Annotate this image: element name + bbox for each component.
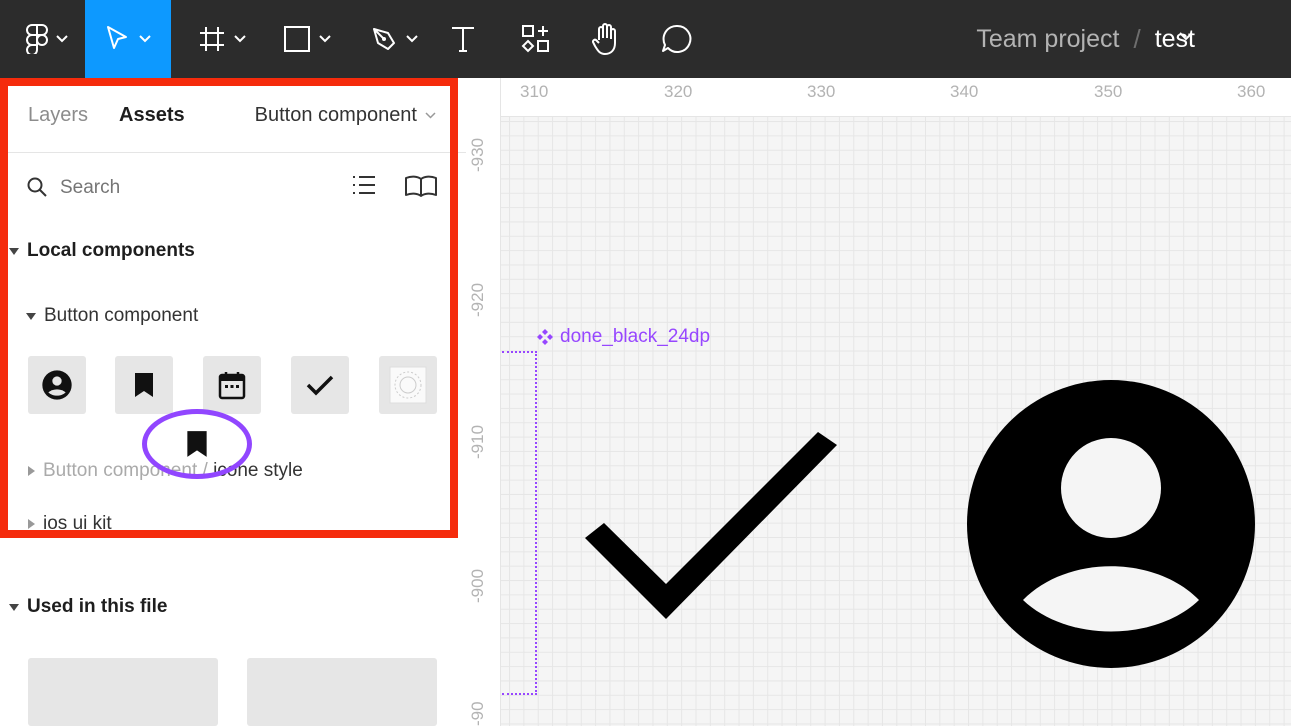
- account-circle-shape[interactable]: [967, 380, 1255, 668]
- frame-tool-button[interactable]: [190, 0, 254, 78]
- component-placeholder[interactable]: [379, 356, 437, 414]
- component-name: done_black_24dp: [560, 326, 711, 347]
- list-view-icon[interactable]: [352, 174, 376, 196]
- library-select[interactable]: Button component: [255, 104, 436, 127]
- collapse-triangle-icon: [26, 312, 36, 320]
- frame-icon: [200, 27, 224, 51]
- ruler-tick: -90: [468, 701, 487, 726]
- check-shape[interactable]: [585, 432, 837, 624]
- chevron-down-icon: [234, 35, 246, 43]
- panel-tabs: Layers Assets Button component: [0, 78, 466, 153]
- chevron-down-icon: [56, 35, 68, 43]
- text-tool-button[interactable]: [440, 0, 486, 78]
- search-input[interactable]: [58, 172, 332, 204]
- hand-tool-button[interactable]: [583, 0, 629, 78]
- component-calendar[interactable]: [203, 356, 261, 414]
- local-components-header[interactable]: Local components: [9, 240, 195, 262]
- bookmark-icon: [187, 431, 207, 457]
- component-label[interactable]: done_black_24dp: [536, 326, 710, 348]
- comment-tool-button[interactable]: [654, 0, 700, 78]
- ruler-tick: 340: [950, 82, 979, 101]
- selection-bounds: [502, 351, 537, 695]
- text-icon: [452, 27, 474, 52]
- hand-icon: [592, 23, 616, 55]
- collapse-triangle-icon: [9, 603, 19, 611]
- breadcrumb: Team project / test: [976, 0, 1195, 78]
- ruler-tick: -900: [468, 568, 487, 603]
- ruler-top[interactable]: 310 320 330 340 350 360: [466, 78, 1291, 117]
- bookmark-icon: [135, 373, 153, 397]
- expand-triangle-icon: [28, 519, 35, 529]
- team-library-icon[interactable]: [404, 174, 438, 198]
- tab-layers[interactable]: Layers: [28, 104, 88, 127]
- figma-logo-icon: [26, 24, 48, 54]
- collapse-triangle-icon: [9, 247, 19, 255]
- search-icon: [27, 177, 47, 197]
- dragged-component[interactable]: [142, 409, 252, 479]
- used-in-file-header[interactable]: Used in this file: [9, 596, 167, 618]
- placeholder-icon: [389, 366, 427, 404]
- pointer-icon: [107, 26, 127, 49]
- account-circle-icon: [42, 370, 72, 400]
- resources-button[interactable]: [512, 0, 560, 78]
- used-component-tile[interactable]: [247, 658, 437, 726]
- rectangle-icon: [284, 26, 310, 52]
- chevron-down-icon: [319, 35, 331, 43]
- component-icon: [537, 329, 553, 345]
- ruler-tick: 360: [1237, 82, 1266, 101]
- calendar-icon: [218, 372, 246, 400]
- main-menu-button[interactable]: [18, 0, 76, 78]
- used-in-file-label: Used in this file: [27, 596, 168, 617]
- file-menu-chevron-icon[interactable]: [1179, 32, 1193, 41]
- chevron-down-icon: [425, 112, 436, 119]
- local-components-label: Local components: [27, 240, 195, 261]
- component-bookmark[interactable]: [115, 356, 173, 414]
- ruler-corner: [466, 78, 500, 116]
- chevron-down-icon: [406, 35, 418, 43]
- resources-icon: [521, 25, 549, 53]
- team-name[interactable]: Team project: [976, 25, 1119, 54]
- ruler-tick: 330: [807, 82, 836, 101]
- shape-tool-button[interactable]: [275, 0, 339, 78]
- ruler-left[interactable]: [466, 78, 501, 726]
- library-select-label: Button component: [254, 104, 417, 126]
- button-component-group[interactable]: Button component: [26, 305, 198, 327]
- ios-ui-kit-group[interactable]: ios ui kit: [28, 513, 112, 535]
- move-tool-button[interactable]: [85, 0, 171, 78]
- ruler-tick: 310: [520, 82, 549, 101]
- component-account-circle[interactable]: [28, 356, 86, 414]
- ruler-tick: -930: [468, 137, 487, 172]
- used-component-tile[interactable]: [28, 658, 218, 726]
- pen-tool-button[interactable]: [362, 0, 426, 78]
- ruler-tick: -920: [468, 282, 487, 317]
- pen-icon: [373, 28, 395, 50]
- chevron-down-icon: [139, 35, 151, 43]
- breadcrumb-separator: /: [1133, 23, 1141, 54]
- ruler-tick: 320: [664, 82, 693, 101]
- toolbar: Team project / test: [0, 0, 1291, 78]
- ruler-tick: -910: [468, 424, 487, 459]
- button-component-label: Button component: [44, 305, 199, 326]
- comment-icon: [662, 24, 692, 53]
- ios-ui-kit-label: ios ui kit: [43, 513, 112, 534]
- expand-triangle-icon: [28, 466, 35, 476]
- component-check[interactable]: [291, 356, 349, 414]
- check-icon: [306, 375, 334, 396]
- tab-assets[interactable]: Assets: [119, 104, 185, 127]
- ruler-tick: 350: [1094, 82, 1123, 101]
